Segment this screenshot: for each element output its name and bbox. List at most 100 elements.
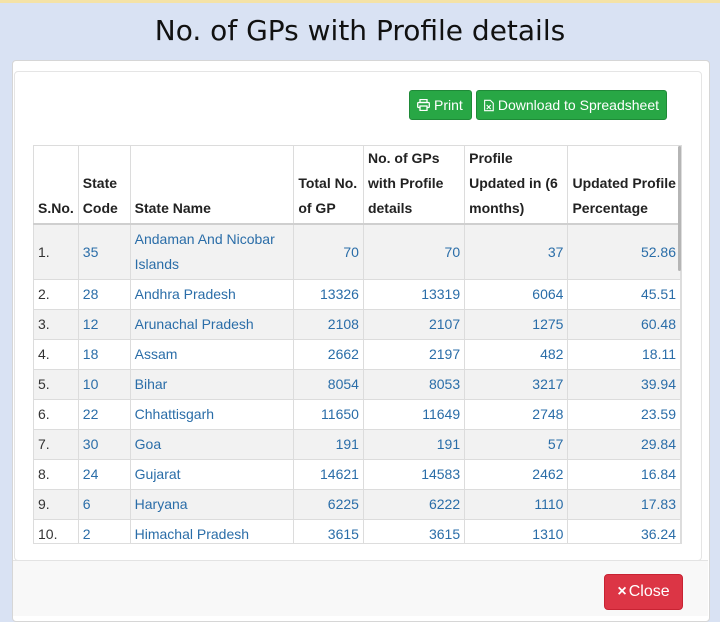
- cell-profile-updated: 3217: [464, 369, 569, 400]
- print-button[interactable]: Print: [409, 90, 472, 120]
- cell-updated-percentage: 23.59: [567, 399, 681, 430]
- cell-gps-with-profile: 11649: [362, 399, 466, 430]
- file-excel-icon: [484, 99, 494, 111]
- cell-sno: 9.: [33, 489, 79, 520]
- cell-total-gp: 2662: [293, 339, 364, 370]
- cell-updated-percentage: 16.84: [567, 459, 681, 490]
- table-row: 8. 24 Gujarat 14621 14583 2462 16.84: [33, 459, 681, 490]
- table-header-row: S.No. State Code State Name Total No. of…: [33, 145, 681, 225]
- cell-updated-percentage: 45.51: [567, 279, 681, 310]
- header-profile-updated[interactable]: Profile Updated in (6 months): [464, 145, 569, 225]
- cell-sno: 4.: [33, 339, 79, 370]
- cell-total-gp: 14621: [293, 459, 364, 490]
- cell-total-gp: 191: [293, 429, 364, 460]
- cell-sno: 3.: [33, 309, 79, 340]
- cell-updated-percentage: 60.48: [567, 309, 681, 340]
- cell-sno: 8.: [33, 459, 79, 490]
- cell-state-name[interactable]: Goa: [129, 429, 295, 460]
- cell-updated-percentage: 52.86: [567, 223, 681, 280]
- table-row: 3. 12 Arunachal Pradesh 2108 2107 1275 60.48: [33, 309, 681, 340]
- cell-updated-percentage: 18.11: [567, 339, 681, 370]
- cell-state-name[interactable]: Arunachal Pradesh: [129, 309, 295, 340]
- cell-profile-updated: 57: [464, 429, 569, 460]
- table-row: 6. 22 Chhattisgarh 11650 11649 2748 23.59: [33, 399, 681, 430]
- cell-gps-with-profile: 3615: [362, 519, 466, 543]
- table-row: 10. 2 Himachal Pradesh 3615 3615 1310 36.24: [33, 519, 681, 543]
- cell-gps-with-profile: 6222: [362, 489, 466, 520]
- table-row: 9. 6 Haryana 6225 6222 1110 17.83: [33, 489, 681, 520]
- cell-total-gp: 3615: [293, 519, 364, 543]
- cell-profile-updated: 1110: [464, 489, 569, 520]
- close-button-label: Close: [628, 583, 670, 600]
- header-sno[interactable]: S.No.: [33, 145, 79, 225]
- cell-gps-with-profile: 13319: [362, 279, 466, 310]
- cell-profile-updated: 37: [464, 223, 569, 280]
- page-top-border: [0, 0, 720, 3]
- gp-profile-table: S.No. State Code State Name Total No. of…: [33, 145, 681, 543]
- cell-state-code: 18: [77, 339, 131, 370]
- cell-state-name[interactable]: Chhattisgarh: [129, 399, 295, 430]
- cell-total-gp: 70: [293, 223, 364, 280]
- header-state-name[interactable]: State Name: [129, 145, 295, 225]
- cell-state-name[interactable]: Bihar: [129, 369, 295, 400]
- cell-state-name[interactable]: Assam: [129, 339, 295, 370]
- cell-state-code: 22: [77, 399, 131, 430]
- cell-gps-with-profile: 70: [362, 223, 466, 280]
- cell-sno: 6.: [33, 399, 79, 430]
- modal-title: No. of GPs with Profile details: [154, 14, 566, 47]
- table-scroll-area[interactable]: S.No. State Code State Name Total No. of…: [33, 145, 682, 544]
- table-row: 5. 10 Bihar 8054 8053 3217 39.94: [33, 369, 681, 400]
- cell-gps-with-profile: 2197: [362, 339, 466, 370]
- cell-profile-updated: 2462: [464, 459, 569, 490]
- cell-profile-updated: 6064: [464, 279, 569, 310]
- cell-updated-percentage: 36.24: [567, 519, 681, 543]
- cell-state-code: 35: [77, 223, 131, 280]
- cell-state-code: 12: [77, 309, 131, 340]
- cell-state-code: 2: [77, 519, 131, 543]
- close-button[interactable]: × Close: [604, 574, 683, 610]
- cell-total-gp: 11650: [293, 399, 364, 430]
- header-gps-with-profile[interactable]: No. of GPs with Profile details: [362, 145, 466, 225]
- cell-state-name[interactable]: Gujarat: [129, 459, 295, 490]
- table-row: 1. 35 Andaman And Nicobar Islands 70 70 37 52.…: [33, 223, 681, 280]
- cell-total-gp: 6225: [293, 489, 364, 520]
- table-scrollbar[interactable]: [678, 146, 681, 271]
- cell-total-gp: 2108: [293, 309, 364, 340]
- cell-state-code: 28: [77, 279, 131, 310]
- cell-updated-percentage: 39.94: [567, 369, 681, 400]
- cell-updated-percentage: 29.84: [567, 429, 681, 460]
- cell-state-name[interactable]: Haryana: [129, 489, 295, 520]
- cell-sno: 1.: [33, 223, 79, 280]
- cell-profile-updated: 482: [464, 339, 569, 370]
- cell-sno: 5.: [33, 369, 79, 400]
- cell-gps-with-profile: 2107: [362, 309, 466, 340]
- print-icon: [417, 99, 430, 111]
- cell-gps-with-profile: 191: [362, 429, 466, 460]
- cell-state-name[interactable]: Andaman And Nicobar Islands: [129, 223, 295, 280]
- header-total-gp[interactable]: Total No. of GP: [293, 145, 364, 225]
- cell-profile-updated: 2748: [464, 399, 569, 430]
- cell-total-gp: 13326: [293, 279, 364, 310]
- cell-profile-updated: 1275: [464, 309, 569, 340]
- cell-state-name[interactable]: Andhra Pradesh: [129, 279, 295, 310]
- cell-updated-percentage: 17.83: [567, 489, 681, 520]
- header-state-code[interactable]: State Code: [77, 145, 131, 225]
- cell-state-code: 24: [77, 459, 131, 490]
- table-row: 2. 28 Andhra Pradesh 13326 13319 6064 45.51: [33, 279, 681, 310]
- table-row: 7. 30 Goa 191 191 57 29.84: [33, 429, 681, 460]
- cell-state-name[interactable]: Himachal Pradesh: [129, 519, 295, 543]
- header-updated-percentage[interactable]: Updated Profile Percentage: [567, 145, 681, 225]
- cell-profile-updated: 1310: [464, 519, 569, 543]
- cell-gps-with-profile: 14583: [362, 459, 466, 490]
- cell-gps-with-profile: 8053: [362, 369, 466, 400]
- print-button-label: Print: [434, 97, 463, 113]
- cell-sno: 10.: [33, 519, 79, 543]
- cell-total-gp: 8054: [293, 369, 364, 400]
- cell-sno: 7.: [33, 429, 79, 460]
- cell-state-code: 30: [77, 429, 131, 460]
- cell-state-code: 6: [77, 489, 131, 520]
- download-spreadsheet-button[interactable]: Download to Spreadsheet: [476, 90, 667, 120]
- cell-state-code: 10: [77, 369, 131, 400]
- cell-sno: 2.: [33, 279, 79, 310]
- close-icon: ×: [617, 583, 627, 600]
